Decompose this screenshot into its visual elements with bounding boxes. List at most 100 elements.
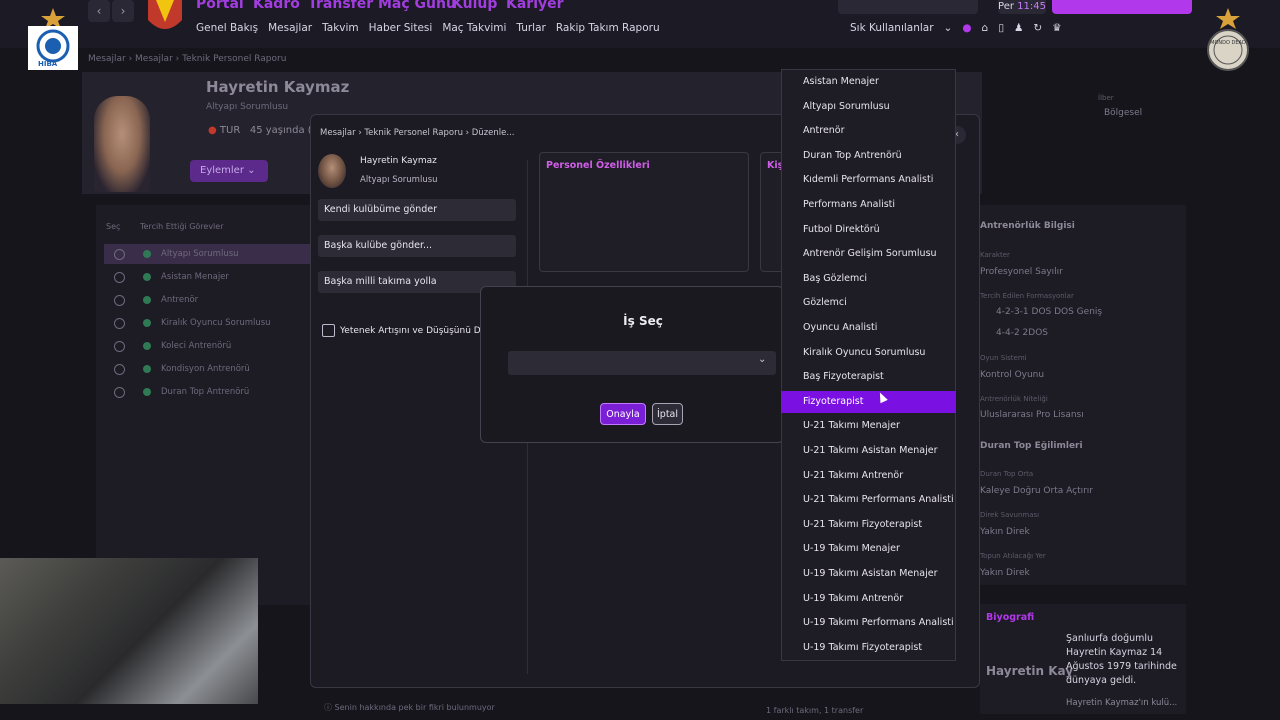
refresh-icon[interactable]: ↻ [1033,22,1042,34]
role-label: Antrenör [161,295,199,305]
modal-staff-name: Hayretin Kaymaz [360,156,437,166]
confirm-button[interactable]: Onayla [600,403,646,425]
region-value: Bölgesel [1104,108,1143,118]
region-label: İlber [1098,94,1114,102]
radio-icon[interactable] [114,340,125,352]
dropdown-option[interactable]: U-21 Takımı Menajer [781,415,956,437]
modal-staff-role: Altyapı Sorumlusu [360,175,438,185]
send-own-club-button[interactable]: Kendi kulübüme gönder [318,199,516,221]
subnav-rakip-takim-raporu[interactable]: Rakip Takım Raporu [556,22,660,34]
roles-header-preferred: Tercih Ettiği Görevler [140,222,224,231]
actions-button[interactable]: Eylemler ⌄ [190,160,268,182]
menu-transfer[interactable]: Transfer [308,0,373,12]
background-breadcrumb[interactable]: Mesajlar › Mesajlar › Teknik Personel Ra… [88,54,286,64]
modal-footer-note: ⓘ Senin hakkında pek bir fikri bulunmuyo… [324,702,495,713]
send-other-club-button[interactable]: Başka kulübe gönder... [318,235,516,257]
role-dot-icon [143,250,151,258]
freeze-ability-checkbox[interactable] [322,324,335,337]
search-button[interactable] [838,0,894,14]
subnav-mesajlar[interactable]: Mesajlar [268,22,312,34]
date-time: 11:45 [1017,1,1046,12]
document-icon[interactable]: ▯ [998,22,1004,34]
dropdown-option[interactable]: U-21 Takımı Asistan Menajer [781,440,956,462]
radio-icon[interactable] [114,317,125,329]
role-dot-icon [143,319,151,327]
radio-icon[interactable] [114,271,125,283]
dropdown-option[interactable]: U-21 Takımı Fizyoterapist [781,514,956,536]
biography-more[interactable]: Hayretin Kaymaz'ın kulü... [1066,698,1177,708]
chevron-down-icon[interactable]: ⌄ [758,354,766,365]
biography-heading: Biyografi [986,612,1035,623]
role-row[interactable]: Koleci Antrenörü [104,336,310,356]
mondo-dead-logo-text: MONDO DEAD [1210,40,1246,46]
menu-kadro[interactable]: Kadro [253,0,300,12]
dropdown-option[interactable]: Baş Fizyoterapist [781,366,956,388]
character-value: Profesyonel Sayılır [980,267,1063,277]
radio-icon[interactable] [114,386,125,398]
menu-portal[interactable]: Portal [196,0,244,12]
people-icon[interactable]: ♟ [1014,22,1023,34]
continue-button[interactable] [1052,0,1192,14]
chevron-down-icon: ⌄ [247,165,256,176]
notification-icon[interactable]: ● [962,22,971,34]
forward-arrow-icon[interactable]: › [112,0,134,22]
job-select[interactable] [508,351,776,375]
menu-mac-gunu[interactable]: Maç Günü [378,0,456,12]
dropdown-option[interactable]: Gözlemci [781,292,956,314]
role-row[interactable]: Kondisyon Antrenörü [104,359,310,379]
dropdown-option[interactable]: Performans Analisti [781,194,956,216]
subnav-turlar[interactable]: Turlar [516,22,545,34]
role-label: Asistan Menajer [161,272,229,282]
subnav-takvim[interactable]: Takvim [322,22,359,34]
delivery-label: Topun Atılacağı Yer [980,552,1046,560]
dropdown-option[interactable]: Baş Gözlemci [781,268,956,290]
subnav-genel-bakis[interactable]: Genel Bakış [196,22,258,34]
club-crest-icon[interactable] [148,0,182,36]
menu-kariyer[interactable]: Kariyer [506,0,564,12]
dropdown-option[interactable]: Kiralık Oyuncu Sorumlusu [781,342,956,364]
menu-kulup[interactable]: Kulüp [452,0,497,12]
radio-icon[interactable] [114,248,125,260]
radio-icon[interactable] [114,363,125,375]
cancel-button[interactable]: İptal [652,403,683,425]
dropdown-option[interactable]: Futbol Direktörü [781,219,956,241]
dropdown-option[interactable]: Altyapı Sorumlusu [781,96,956,118]
dropdown-option[interactable]: U-19 Takımı Asistan Menajer [781,563,956,585]
dropdown-option[interactable]: U-19 Takımı Performans Analisti [781,612,956,634]
home-icon[interactable]: ⌂ [982,22,989,34]
quick-tools-button[interactable] [888,0,978,14]
cross-label: Duran Top Orta [980,470,1034,478]
dropdown-option[interactable]: Fizyoterapist [781,390,956,413]
dropdown-option[interactable]: Kıdemli Performans Analisti [781,169,956,191]
actions-label: Eylemler [200,165,244,176]
back-arrow-icon[interactable]: ‹ [88,0,110,22]
dropdown-option[interactable]: Antrenör [781,120,956,142]
play-style-value: Kontrol Oyunu [980,370,1045,380]
role-row[interactable]: Antrenör [104,290,310,310]
modal-breadcrumb[interactable]: Mesajlar › Teknik Personel Raporu › Düze… [320,128,514,138]
chevron-down-icon[interactable]: ⌄ [944,22,953,34]
staff-avatar [94,96,150,192]
role-label: Kondisyon Antrenörü [161,364,250,374]
role-row[interactable]: Duran Top Antrenörü [104,382,310,402]
dropdown-option[interactable]: U-19 Takımı Fizyoterapist [781,637,956,659]
mondo-dead-logo-icon [1207,8,1249,71]
dropdown-option[interactable]: U-21 Takımı Performans Analisti [781,489,956,511]
subnav-haber-sitesi[interactable]: Haber Sitesi [369,22,433,34]
role-row[interactable]: Asistan Menajer [104,267,310,287]
dropdown-option[interactable]: Oyuncu Analisti [781,317,956,339]
dropdown-option[interactable]: Antrenör Gelişim Sorumlusu [781,243,956,265]
dropdown-option[interactable]: U-19 Takımı Menajer [781,538,956,560]
role-row[interactable]: Kiralık Oyuncu Sorumlusu [104,313,310,333]
radio-icon[interactable] [114,294,125,306]
trophy-icon[interactable]: ♛ [1052,22,1061,34]
dropdown-option[interactable]: U-21 Takımı Antrenör [781,465,956,487]
role-row[interactable]: Altyapı Sorumlusu [104,244,310,264]
dropdown-option[interactable]: Duran Top Antrenörü [781,145,956,167]
subnav-mac-takvimi[interactable]: Maç Takvimi [442,22,506,34]
dropdown-option[interactable]: Asistan Menajer [781,71,956,93]
role-dot-icon [143,365,151,373]
profile-nation: TUR [219,125,241,136]
dropdown-option[interactable]: U-19 Takımı Antrenör [781,588,956,610]
favorites-label[interactable]: Sık Kullanılanlar [850,22,934,34]
